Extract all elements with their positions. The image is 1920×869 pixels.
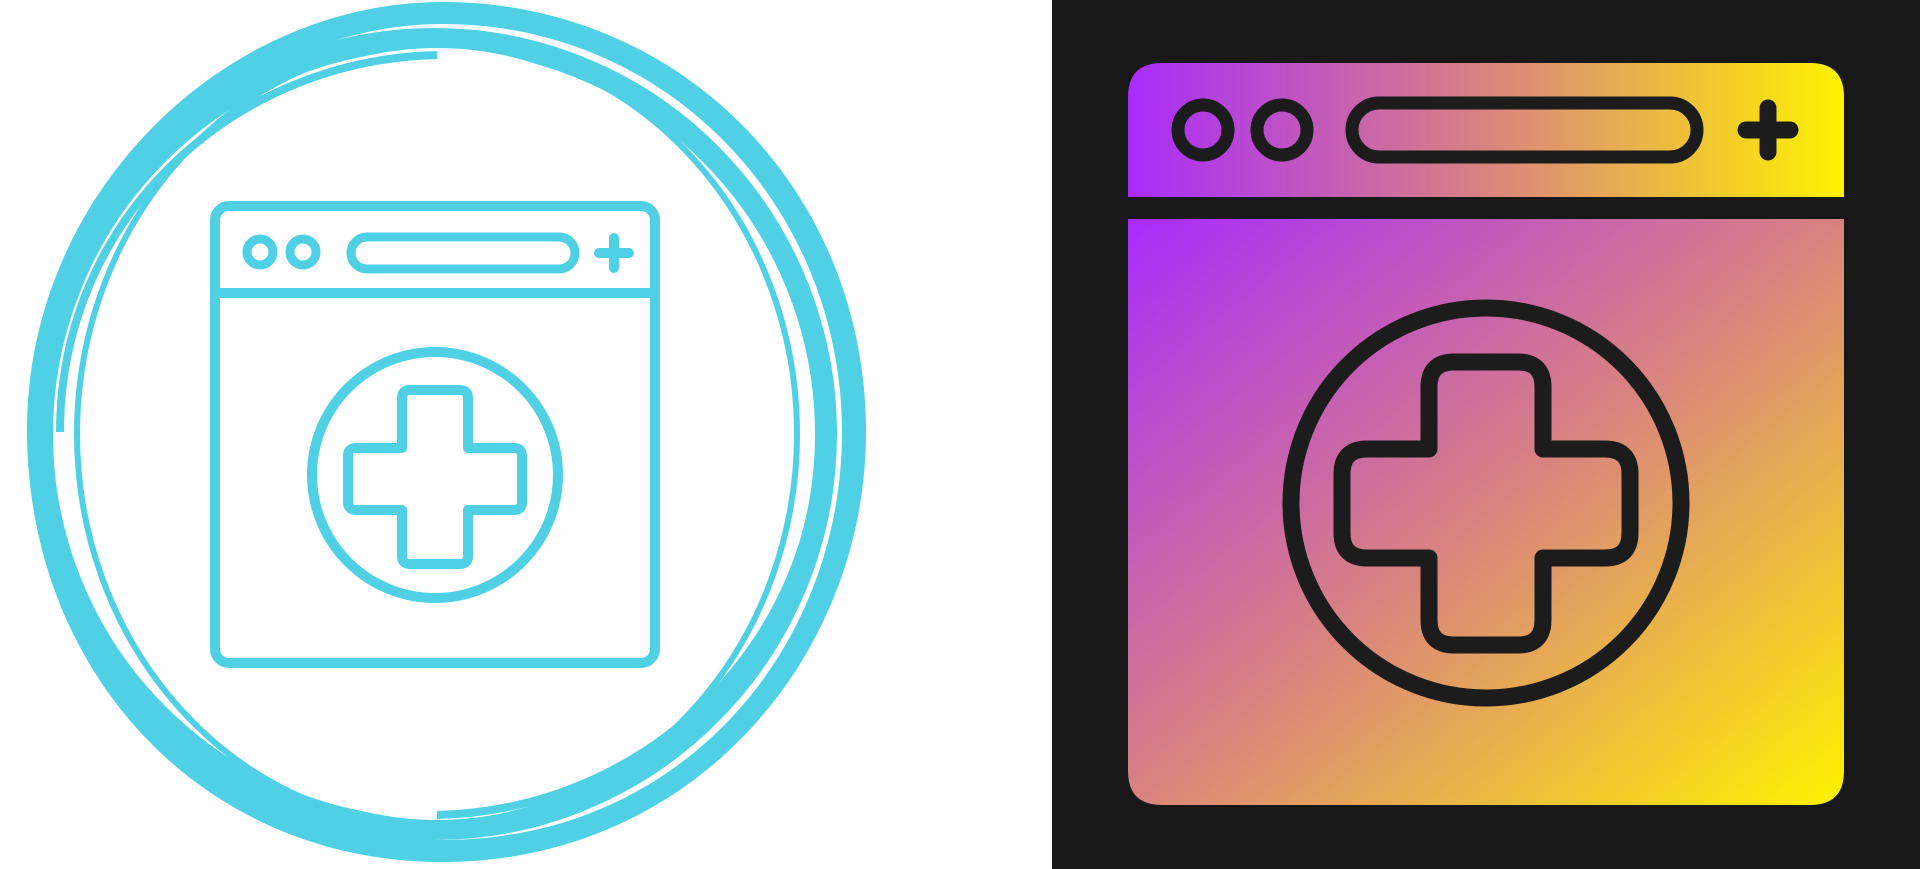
gradient-icon-canvas [1052,0,1920,869]
icon-preview-stage [0,0,1920,869]
gradient-icon-panel [1052,0,1920,869]
browser-header-shape [1128,63,1844,197]
line-icon-panel [0,0,1052,869]
swirl-ring-icon [27,2,866,862]
browser-window-icon [1128,63,1844,805]
line-icon-canvas [27,2,866,862]
